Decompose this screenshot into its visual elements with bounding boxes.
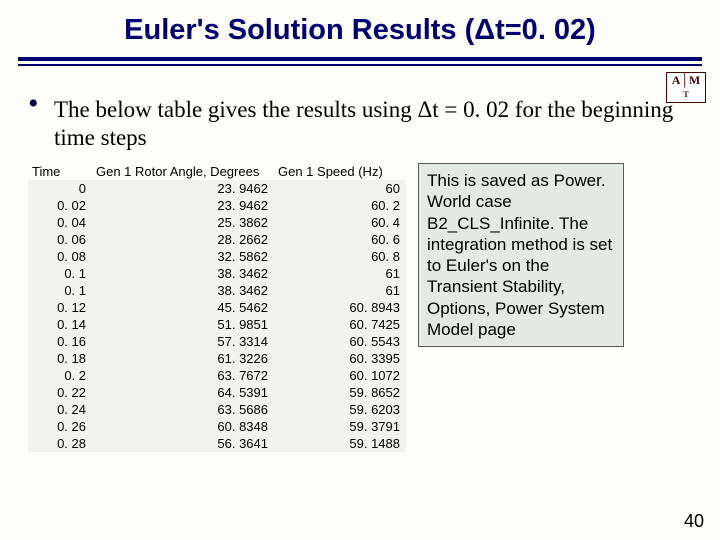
table-cell: 60. 8348 (92, 418, 274, 435)
table-cell: 23. 9462 (92, 197, 274, 214)
table-cell: 0 (28, 180, 92, 197)
table-cell: 59. 3791 (274, 418, 406, 435)
col-speed-header: Gen 1 Speed (Hz) (274, 163, 406, 180)
table-cell: 51. 9851 (92, 316, 274, 333)
table-cell: 63. 7672 (92, 367, 274, 384)
table-cell: 60. 4 (274, 214, 406, 231)
table-cell: 45. 5462 (92, 299, 274, 316)
table-cell: 0. 26 (28, 418, 92, 435)
table-cell: 25. 3862 (92, 214, 274, 231)
table-cell: 0. 04 (28, 214, 92, 231)
table-row: 0. 1451. 985160. 7425 (28, 316, 406, 333)
table-cell: 0. 1 (28, 282, 92, 299)
table-cell: 32. 5862 (92, 248, 274, 265)
bullet-text: The below table gives the results using … (54, 96, 700, 151)
table-row: 0. 0628. 266260. 6 (28, 231, 406, 248)
table-cell: 60. 7425 (274, 316, 406, 333)
table-cell: 38. 3462 (92, 282, 274, 299)
table-cell: 0. 24 (28, 401, 92, 418)
table-cell: 0. 12 (28, 299, 92, 316)
table-row: 0. 2463. 568659. 6203 (28, 401, 406, 418)
table-cell: 23. 9462 (92, 180, 274, 197)
table-cell: 0. 28 (28, 435, 92, 452)
table-cell: 60. 3395 (274, 350, 406, 367)
table-cell: 61 (274, 265, 406, 282)
table-cell: 57. 3314 (92, 333, 274, 350)
table-cell: 60. 5543 (274, 333, 406, 350)
table-row: 0. 0832. 586260. 8 (28, 248, 406, 265)
title-rule (18, 57, 702, 66)
table-cell: 61 (274, 282, 406, 299)
table-cell: 60. 8 (274, 248, 406, 265)
table-cell: 63. 5686 (92, 401, 274, 418)
table-cell: 59. 6203 (274, 401, 406, 418)
table-row: 0. 2264. 539159. 8652 (28, 384, 406, 401)
bullet-dot-icon: • (28, 96, 54, 151)
table-cell: 60. 1072 (274, 367, 406, 384)
table-row: 0. 1861. 322660. 3395 (28, 350, 406, 367)
results-table: Time Gen 1 Rotor Angle, Degrees Gen 1 Sp… (28, 163, 406, 452)
table-cell: 0. 18 (28, 350, 92, 367)
table-cell: 0. 22 (28, 384, 92, 401)
table-cell: 0. 08 (28, 248, 92, 265)
table-cell: 0. 2 (28, 367, 92, 384)
table-cell: 56. 3641 (92, 435, 274, 452)
table-cell: 38. 3462 (92, 265, 274, 282)
col-time-header: Time (28, 163, 92, 180)
table-cell: 0. 14 (28, 316, 92, 333)
table-row: 0. 2856. 364159. 1488 (28, 435, 406, 452)
table-cell: 0. 16 (28, 333, 92, 350)
table-header-row: Time Gen 1 Rotor Angle, Degrees Gen 1 Sp… (28, 163, 406, 180)
bullet-item: • The below table gives the results usin… (28, 96, 700, 151)
table-cell: 61. 3226 (92, 350, 274, 367)
table-cell: 0. 06 (28, 231, 92, 248)
table-cell: 0. 02 (28, 197, 92, 214)
side-note-box: This is saved as Power. World case B2_CL… (418, 163, 624, 347)
table-row: 0. 0223. 946260. 2 (28, 197, 406, 214)
slide-title: Euler's Solution Results (Δt=0. 02) (0, 0, 720, 47)
table-cell: 60 (274, 180, 406, 197)
table-cell: 60. 2 (274, 197, 406, 214)
page-number: 40 (684, 511, 704, 532)
table-row: 0. 138. 346261 (28, 265, 406, 282)
table-cell: 59. 8652 (274, 384, 406, 401)
table-cell: 59. 1488 (274, 435, 406, 452)
table-row: 0. 2660. 834859. 3791 (28, 418, 406, 435)
table-row: 0. 1657. 331460. 5543 (28, 333, 406, 350)
table-cell: 60. 8943 (274, 299, 406, 316)
table-cell: 64. 5391 (92, 384, 274, 401)
table-row: 0. 138. 346261 (28, 282, 406, 299)
table-row: 0. 1245. 546260. 8943 (28, 299, 406, 316)
table-row: 023. 946260 (28, 180, 406, 197)
table-cell: 60. 6 (274, 231, 406, 248)
table-cell: 28. 2662 (92, 231, 274, 248)
col-angle-header: Gen 1 Rotor Angle, Degrees (92, 163, 274, 180)
table-row: 0. 0425. 386260. 4 (28, 214, 406, 231)
table-cell: 0. 1 (28, 265, 92, 282)
table-row: 0. 263. 767260. 1072 (28, 367, 406, 384)
